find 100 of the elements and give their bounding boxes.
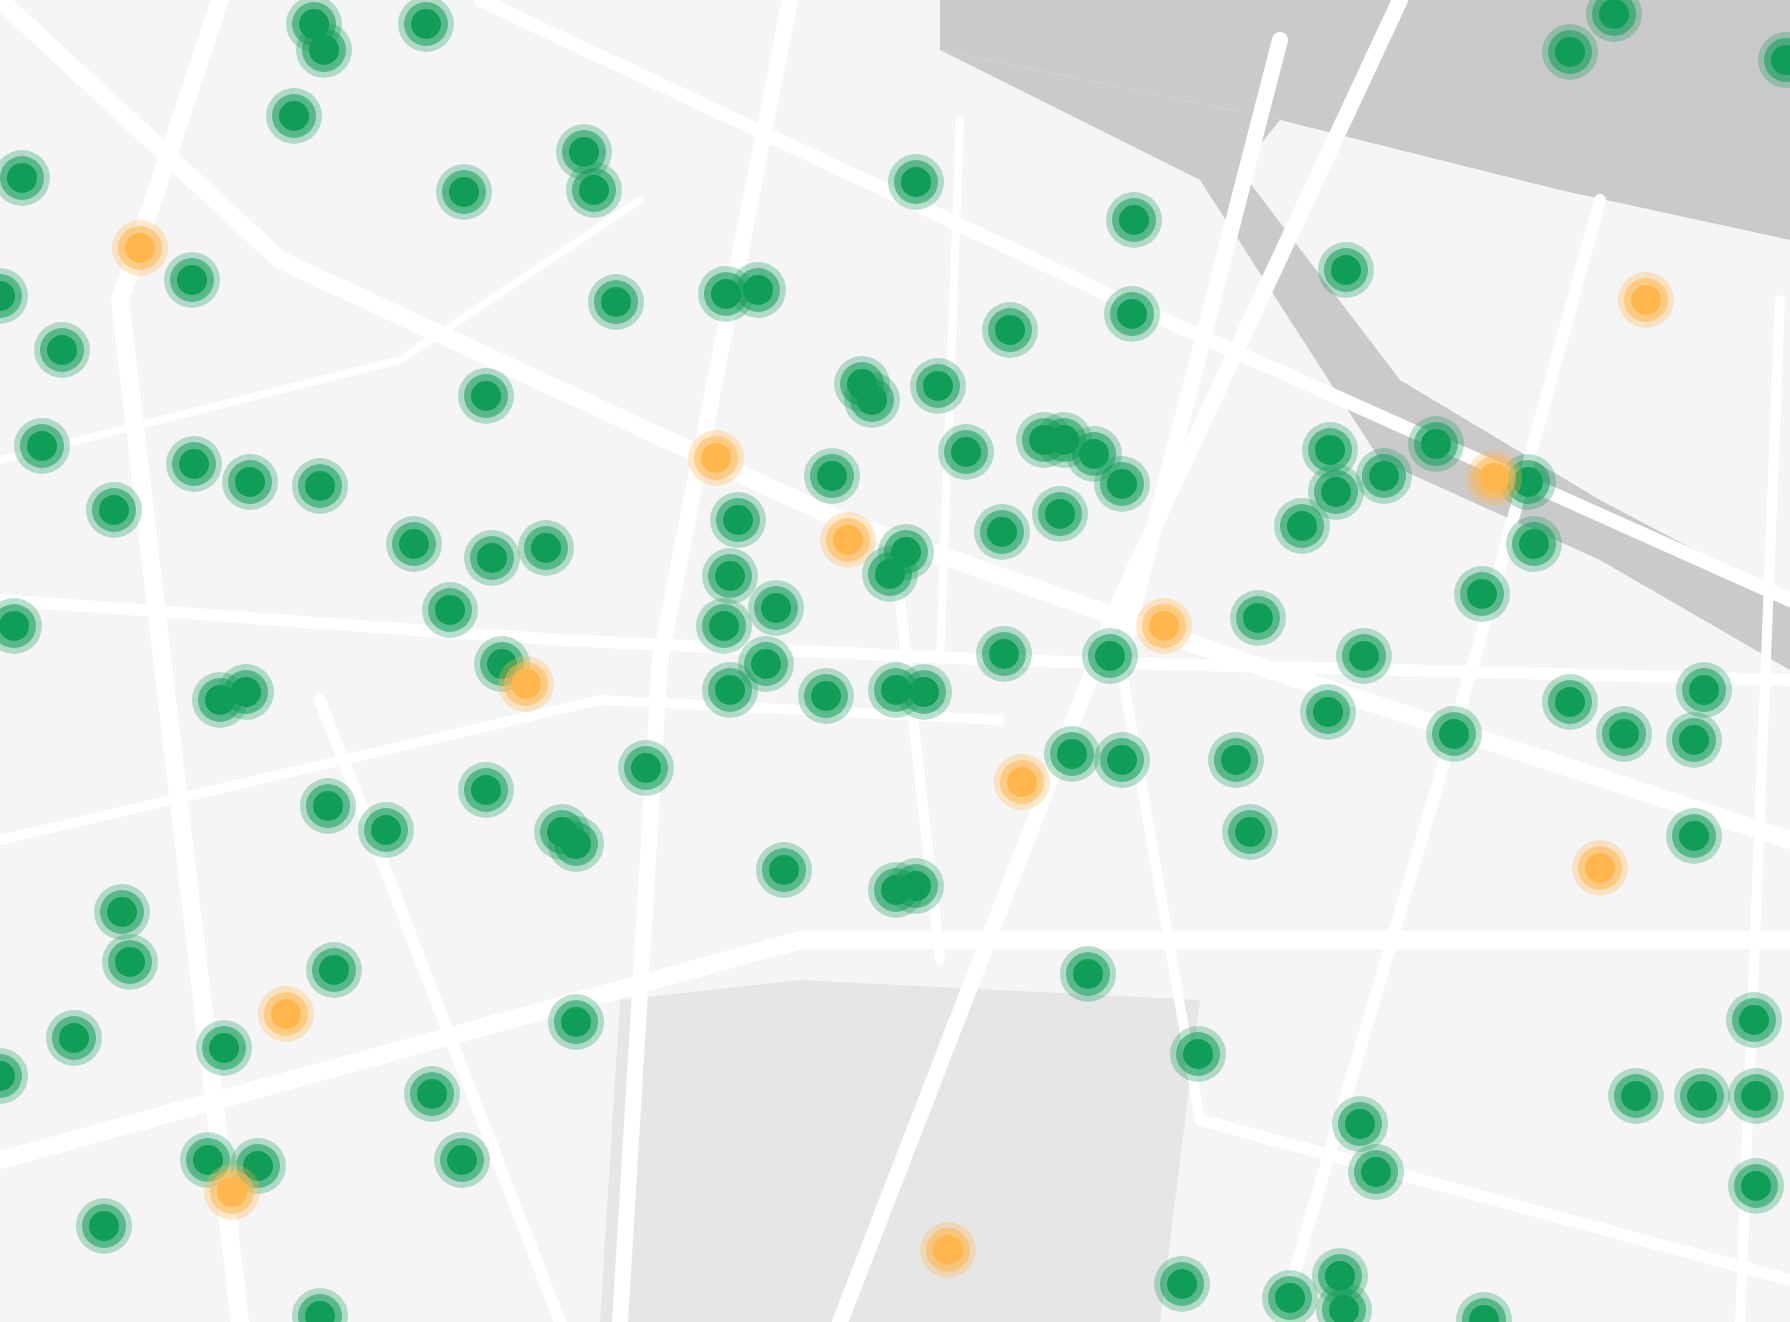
map-pin[interactable]	[436, 164, 492, 220]
map-pin[interactable]	[164, 252, 220, 308]
map-pin[interactable]	[86, 482, 142, 538]
map-pin[interactable]	[756, 842, 812, 898]
map-pin[interactable]	[1426, 706, 1482, 762]
map-pin[interactable]	[0, 1048, 28, 1104]
map-pin[interactable]	[386, 516, 442, 572]
map-pin[interactable]	[222, 454, 278, 510]
map-pin[interactable]	[1506, 516, 1562, 572]
map-pin[interactable]	[1060, 946, 1116, 1002]
map-pin[interactable]	[556, 124, 612, 180]
map-pin[interactable]	[548, 994, 604, 1050]
map-pin[interactable]	[1136, 598, 1192, 654]
map-pin[interactable]	[0, 598, 42, 654]
map-pin[interactable]	[868, 862, 924, 918]
map-pin[interactable]	[1674, 1068, 1730, 1124]
map-pin[interactable]	[896, 664, 952, 720]
map-pin[interactable]	[1222, 804, 1278, 860]
map-pin[interactable]	[434, 1132, 490, 1188]
map-pin[interactable]	[358, 802, 414, 858]
map-pin[interactable]	[1454, 566, 1510, 622]
map-pin[interactable]	[458, 368, 514, 424]
map-pin[interactable]	[1348, 1144, 1404, 1200]
map-pin[interactable]	[1154, 1256, 1210, 1312]
map-pin[interactable]	[1728, 1158, 1784, 1214]
map-pin[interactable]	[94, 884, 150, 940]
map-pin[interactable]	[1066, 426, 1122, 482]
map-pin[interactable]	[204, 1164, 260, 1220]
map-pin[interactable]	[1230, 590, 1286, 646]
map-pin[interactable]	[266, 88, 322, 144]
map-pin[interactable]	[1336, 628, 1392, 684]
map-pin[interactable]	[702, 662, 758, 718]
map-pin[interactable]	[102, 934, 158, 990]
map-pin[interactable]	[878, 524, 934, 580]
map-pin[interactable]	[518, 520, 574, 576]
map-pin[interactable]	[404, 1066, 460, 1122]
map-pin[interactable]	[398, 0, 454, 52]
map-pin[interactable]	[798, 668, 854, 724]
map-pin[interactable]	[34, 322, 90, 378]
map-pin[interactable]	[1608, 1068, 1664, 1124]
map-pin[interactable]	[1542, 24, 1598, 80]
map-pin[interactable]	[982, 302, 1038, 358]
map-pin[interactable]	[1262, 1270, 1318, 1322]
map-pin[interactable]	[804, 448, 860, 504]
map-pin[interactable]	[292, 1288, 348, 1322]
map-pin[interactable]	[1332, 1096, 1388, 1152]
map-pin[interactable]	[1300, 684, 1356, 740]
map-pin[interactable]	[306, 942, 362, 998]
map-pin[interactable]	[976, 626, 1032, 682]
map-pin[interactable]	[1316, 1282, 1372, 1322]
map-pin[interactable]	[1456, 1292, 1512, 1322]
map-pin[interactable]	[1208, 732, 1264, 788]
map-pin[interactable]	[498, 656, 554, 712]
map-pin[interactable]	[844, 372, 900, 428]
map-pin[interactable]	[464, 530, 520, 586]
map-pin[interactable]	[1758, 32, 1790, 88]
map-pin[interactable]	[1542, 674, 1598, 730]
map-pin[interactable]	[994, 754, 1050, 810]
map-pin[interactable]	[1094, 732, 1150, 788]
map-pin[interactable]	[820, 512, 876, 568]
map-pin[interactable]	[1408, 416, 1464, 472]
map-pin[interactable]	[618, 740, 674, 796]
map-pin[interactable]	[112, 220, 168, 276]
map-pin[interactable]	[292, 458, 348, 514]
map-pin[interactable]	[588, 274, 644, 330]
map-pin[interactable]	[1082, 628, 1138, 684]
map-pin[interactable]	[748, 580, 804, 636]
map-pin[interactable]	[938, 424, 994, 480]
map-pin[interactable]	[730, 262, 786, 318]
map-pin[interactable]	[1302, 422, 1358, 478]
map-pin[interactable]	[1586, 0, 1642, 42]
map-pin[interactable]	[296, 22, 352, 78]
map-pin[interactable]	[710, 492, 766, 548]
map-pin[interactable]	[180, 1132, 236, 1188]
map-pin[interactable]	[1726, 992, 1782, 1048]
map-pin[interactable]	[910, 358, 966, 414]
map-pin[interactable]	[1596, 706, 1652, 762]
map-pin[interactable]	[300, 778, 356, 834]
map-pin[interactable]	[1104, 286, 1160, 342]
map-pin[interactable]	[696, 598, 752, 654]
map-pin[interactable]	[1666, 808, 1722, 864]
map-pin[interactable]	[14, 418, 70, 474]
map-pin[interactable]	[1094, 456, 1150, 512]
map-pin[interactable]	[974, 504, 1030, 560]
map-pin[interactable]	[1728, 1068, 1784, 1124]
map-pin[interactable]	[1308, 464, 1364, 520]
map-pin[interactable]	[46, 1010, 102, 1066]
map-pin[interactable]	[458, 762, 514, 818]
map-pin[interactable]	[0, 268, 28, 324]
map-pin[interactable]	[76, 1198, 132, 1254]
map-pin[interactable]	[1666, 712, 1722, 768]
map-pin[interactable]	[1170, 1026, 1226, 1082]
map-pin[interactable]	[192, 672, 248, 728]
map-pin[interactable]	[1356, 448, 1412, 504]
map-pin[interactable]	[196, 1020, 252, 1076]
map-pin[interactable]	[738, 636, 794, 692]
map-pin[interactable]	[548, 816, 604, 872]
map-pin[interactable]	[1274, 498, 1330, 554]
map-pin[interactable]	[566, 162, 622, 218]
map-pin[interactable]	[702, 548, 758, 604]
